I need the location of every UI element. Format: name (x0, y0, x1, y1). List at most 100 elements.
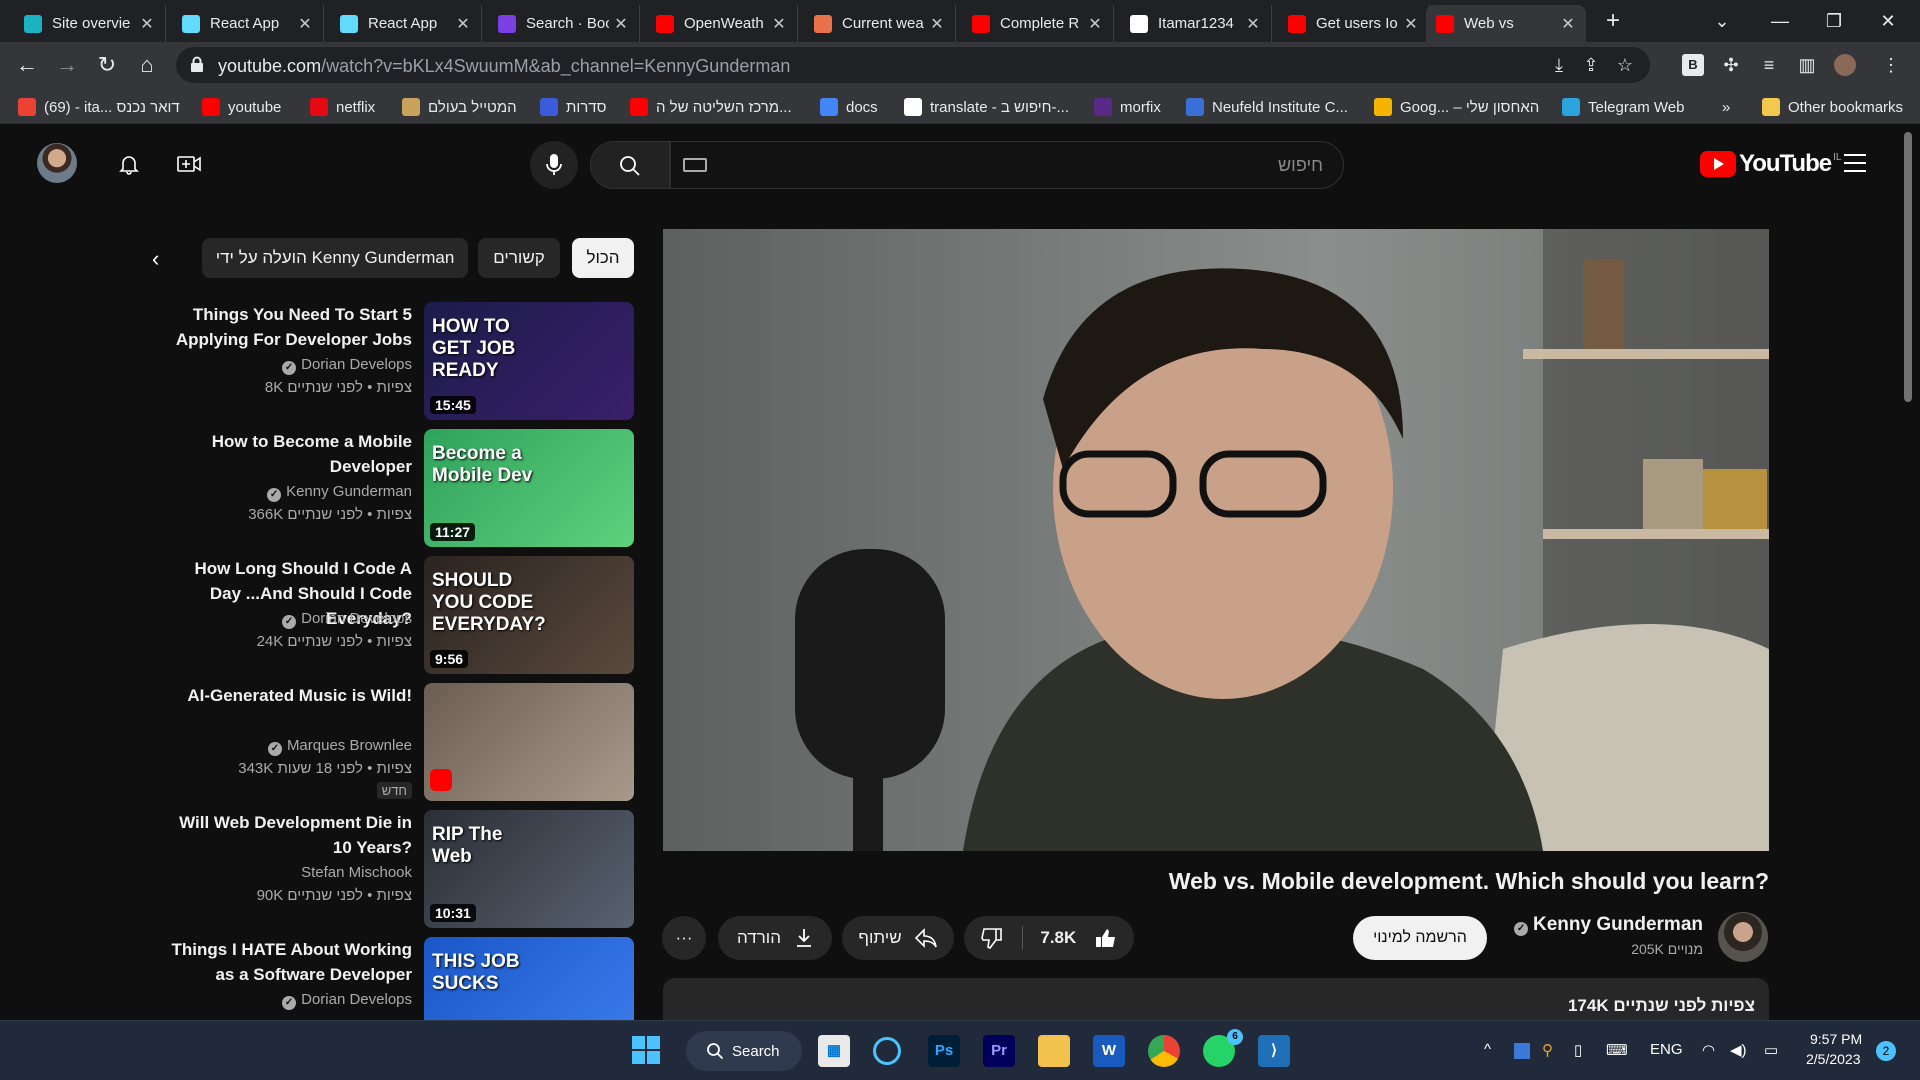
bookmark-item[interactable]: (69) - ita... דואר נכנס (18, 96, 180, 118)
browser-tab[interactable]: Web vs ✕ (1426, 5, 1586, 42)
tray-overflow-icon[interactable]: ^ (1484, 1041, 1491, 1058)
install-app-icon[interactable]: ⤓ (1548, 54, 1570, 76)
subscribe-button[interactable]: הרשמה למינוי (1353, 916, 1487, 960)
recommendation-item[interactable]: HOW TO GET JOB READY 15:45 Things You Need… (160, 302, 634, 424)
minimize-icon[interactable]: — (1760, 6, 1800, 36)
chip-related[interactable]: קשורים (478, 238, 560, 278)
bookmark-item[interactable]: youtube (202, 96, 281, 118)
clock-time[interactable]: 9:57 PM (1810, 1031, 1862, 1047)
browser-tab[interactable]: Search · Boo ✕ (488, 5, 640, 42)
bookmark-item[interactable]: מרכז השליטה של ה... (630, 96, 792, 118)
tab-close-icon[interactable]: ✕ (1087, 14, 1103, 34)
channel-avatar[interactable] (1718, 912, 1768, 962)
search-button[interactable] (590, 141, 670, 189)
bookmark-item[interactable]: סדרות (540, 96, 606, 118)
side-panel-icon[interactable]: ▥ (1796, 54, 1818, 76)
share-page-icon[interactable]: ⇪ (1580, 54, 1602, 76)
recommendation-title[interactable]: AI-Generated Music is Wild! (162, 683, 412, 708)
tab-close-icon[interactable]: ✕ (1403, 14, 1419, 34)
recommendation-channel[interactable]: ✓ Dorian Develops (282, 610, 412, 629)
keyboard-icon[interactable] (683, 158, 707, 172)
recommendation-channel[interactable]: ✓ Dorian Develops (282, 356, 412, 375)
clock-date[interactable]: 2/5/2023 (1806, 1051, 1861, 1067)
browser-tab[interactable]: Get users Io ✕ (1278, 5, 1430, 42)
bookmark-item[interactable]: המטייל בעולם (402, 96, 517, 118)
browser-tab[interactable]: React App ✕ (172, 5, 324, 42)
recommendation-channel[interactable]: Stefan Mischook (301, 864, 412, 881)
windows-start-icon[interactable] (630, 1035, 662, 1067)
vscode-icon[interactable]: ⟩ (1258, 1035, 1290, 1067)
bookmark-item[interactable]: morfix (1094, 96, 1161, 118)
youtube-logo[interactable]: YouTube IL (1700, 150, 1841, 178)
share-button[interactable]: שיתוף (842, 916, 954, 960)
lock-icon[interactable] (190, 56, 204, 72)
guide-menu-icon[interactable] (1844, 154, 1866, 172)
account-avatar[interactable] (37, 143, 77, 183)
tray-app-icon[interactable] (1514, 1043, 1530, 1059)
battery-icon[interactable]: ▭ (1764, 1041, 1778, 1059)
video-thumbnail[interactable]: RIP The Web 10:31 (424, 810, 634, 928)
bookmark-item[interactable]: netflix (310, 96, 375, 118)
more-actions-button[interactable]: ··· (662, 916, 706, 960)
download-button[interactable]: הורדה (718, 916, 832, 960)
video-thumbnail[interactable]: HOW TO GET JOB READY 15:45 (424, 302, 634, 420)
bookmark-item[interactable]: docs (820, 96, 878, 118)
scrollbar-thumb[interactable] (1904, 132, 1912, 402)
search-input[interactable]: חיפוש (670, 141, 1344, 189)
channel-name[interactable]: ✓ Kenny Gunderman (1514, 914, 1703, 936)
tab-close-icon[interactable]: ✕ (297, 14, 313, 34)
chrome-icon[interactable] (1148, 1035, 1180, 1067)
other-bookmarks[interactable]: Other bookmarks (1762, 96, 1903, 118)
video-player[interactable] (663, 229, 1769, 851)
chip-all[interactable]: הכול (572, 238, 634, 278)
home-icon[interactable]: ⌂ (132, 50, 162, 80)
volume-icon[interactable]: ◀) (1730, 1041, 1747, 1059)
recommendation-item[interactable]: SHOULD YOU CODE EVERYDAY? 9:56 How Long Sh… (160, 556, 634, 678)
profile-avatar-icon[interactable] (1834, 54, 1856, 76)
language-indicator[interactable]: ENG (1650, 1041, 1683, 1058)
chip-uploaded-by[interactable]: הועלה על ידי Kenny Gunderman (202, 238, 468, 278)
video-thumbnail[interactable]: Become a Mobile Dev 11:27 (424, 429, 634, 547)
voice-search-button[interactable] (530, 141, 578, 189)
bookmark-item[interactable]: Telegram Web (1562, 96, 1684, 118)
whatsapp-icon[interactable]: 6 (1203, 1029, 1243, 1067)
dislike-icon[interactable] (980, 927, 1004, 949)
browser-tab[interactable]: Current wea ✕ (804, 5, 956, 42)
tab-close-icon[interactable]: ✕ (613, 14, 629, 34)
browser-tab[interactable]: Site overvie ✕ (14, 5, 166, 42)
page-scrollbar[interactable] (1898, 124, 1920, 1020)
bookmarks-overflow-icon[interactable]: » (1722, 96, 1730, 118)
tab-close-icon[interactable]: ✕ (929, 14, 945, 34)
bookmark-item[interactable]: translate - חיפוש ב-... (904, 96, 1069, 118)
media-control-icon[interactable]: ≡ (1758, 54, 1780, 76)
notification-badge[interactable]: 2 (1876, 1041, 1896, 1061)
photoshop-icon[interactable]: Ps (928, 1035, 960, 1067)
recommendation-channel[interactable]: ✓ Marques Brownlee (267, 737, 412, 756)
recommendation-item[interactable]: RIP The Web 10:31 Will Web Development Die… (160, 810, 634, 932)
restore-icon[interactable]: ❐ (1814, 6, 1854, 36)
tab-close-icon[interactable]: ✕ (455, 14, 471, 34)
recommendation-title[interactable]: Things I HATE About Working as a Softwar… (162, 937, 413, 987)
tab-close-icon[interactable]: ✕ (139, 14, 155, 34)
recommendation-channel[interactable]: ✓ Kenny Gunderman (267, 483, 412, 502)
extensions-puzzle-icon[interactable]: ✣ (1720, 54, 1742, 76)
tab-close-icon[interactable]: ✕ (771, 14, 787, 34)
extension-b-icon[interactable]: B (1682, 54, 1704, 76)
bookmark-item[interactable]: Neufeld Institute C... (1186, 96, 1348, 118)
tray-search-icon[interactable]: ⚲ (1542, 1041, 1553, 1059)
recommendation-title[interactable]: How to Become a Mobile Developer (162, 429, 412, 479)
word-icon[interactable]: W (1093, 1035, 1125, 1067)
new-tab-button[interactable]: + (1598, 6, 1628, 36)
recommendation-item[interactable]: Become a Mobile Dev 11:27 How to Become a … (160, 429, 634, 551)
microsoft-store-icon[interactable]: ▦ (818, 1035, 850, 1067)
create-video-icon[interactable] (176, 152, 202, 176)
back-icon[interactable]: ← (12, 50, 42, 80)
browser-tab[interactable]: React App ✕ (330, 5, 482, 42)
file-explorer-icon[interactable] (1038, 1035, 1070, 1067)
close-window-icon[interactable]: ✕ (1868, 6, 1908, 36)
chrome-menu-icon[interactable]: ⋮ (1880, 54, 1902, 76)
forward-icon[interactable]: → (52, 50, 82, 80)
bookmark-star-icon[interactable]: ☆ (1614, 54, 1636, 76)
video-thumbnail[interactable]: SHOULD YOU CODE EVERYDAY? 9:56 (424, 556, 634, 674)
browser-tab[interactable]: Itamar1234 ✕ (1120, 5, 1272, 42)
